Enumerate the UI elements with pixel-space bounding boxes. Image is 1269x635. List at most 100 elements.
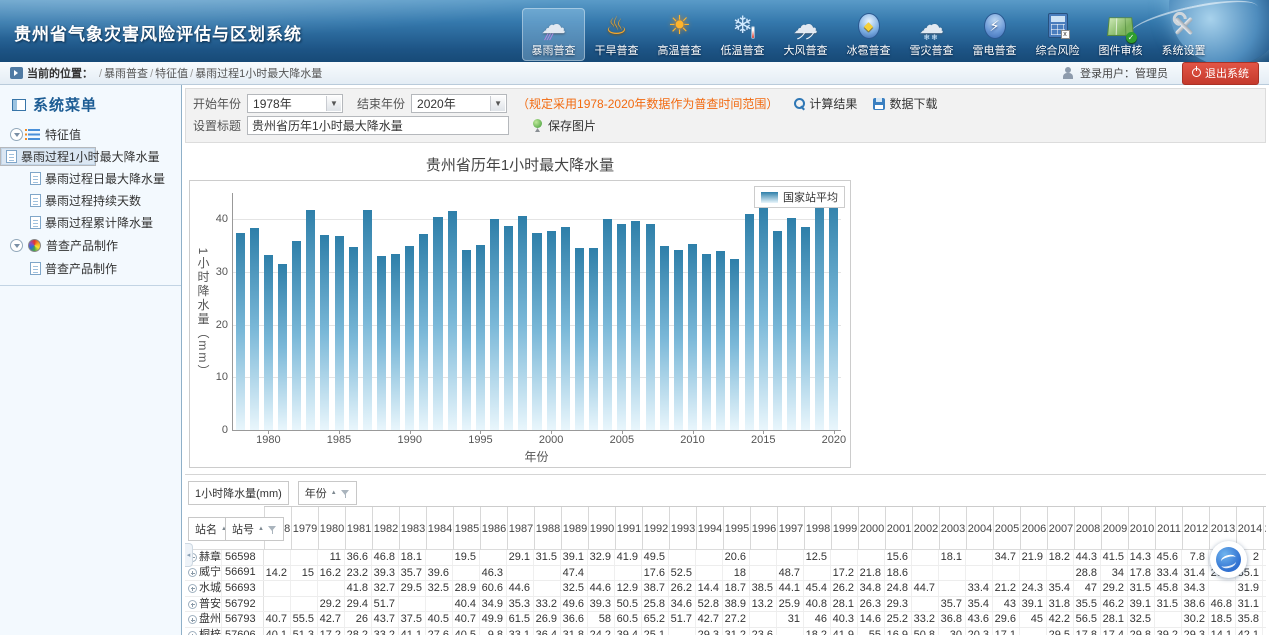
nav-item-暴雨普查[interactable]: ☁///暴雨普查 [522, 8, 585, 61]
year-column-header[interactable]: 1984 [426, 507, 453, 550]
year-column-header[interactable]: 1982 [372, 507, 399, 550]
year-column-header[interactable]: 2006 [1020, 507, 1047, 550]
year-column-header[interactable]: 1994 [696, 507, 723, 550]
nav-item-综合风险[interactable]: x综合风险 [1026, 8, 1089, 61]
nav-item-冰雹普查[interactable]: ◆冰雹普查 [837, 8, 900, 61]
end-year-select[interactable]: 2020年 ▼ [411, 94, 507, 113]
sidebar-item-暴雨过程日最大降水量[interactable]: 暴雨过程日最大降水量 [0, 168, 181, 189]
nav-item-系统设置[interactable]: 系统设置 [1152, 8, 1215, 61]
year-column-header[interactable]: 1991 [615, 507, 642, 550]
save-image-button[interactable]: 保存图片 [531, 117, 596, 134]
nav-item-低温普查[interactable]: ❄低温普查 [711, 8, 774, 61]
year-column-header[interactable]: 1987 [507, 507, 534, 550]
nav-item-大风普查[interactable]: ☁ノノ大风普查 [774, 8, 837, 61]
year-column-header[interactable]: 1980 [318, 507, 345, 550]
breadcrumb-link[interactable]: 暴雨普查 [104, 68, 148, 80]
value-cell-2008: 35.5 [1074, 597, 1101, 612]
year-column-header[interactable]: 2014 [1236, 507, 1263, 550]
value-cell-1980 [318, 581, 345, 596]
year-column-header[interactable]: 1985 [453, 507, 480, 550]
nav-item-高温普查[interactable]: ☀高温普查 [648, 8, 711, 61]
nav-item-雷电普查[interactable]: ⚡雷电普查 [963, 8, 1026, 61]
year-column-header[interactable]: 2011 [1155, 507, 1182, 550]
sidebar-group-特征值[interactable]: 特征值 [0, 123, 181, 146]
expand-row-icon[interactable] [188, 584, 197, 593]
sidebar-item-普查产品制作[interactable]: 普查产品制作 [0, 258, 181, 279]
year-column-header[interactable]: 1999 [831, 507, 858, 550]
value-cell-1983: 41.1 [399, 628, 426, 635]
sidebar-item-暴雨过程1小时最大降水量[interactable]: 暴雨过程1小时最大降水量 [0, 147, 96, 166]
calculate-button[interactable]: 计算结果 [794, 95, 857, 112]
year-column-header[interactable]: 1983 [399, 507, 426, 550]
nav-item-干旱普查[interactable]: ♨干旱普查 [585, 8, 648, 61]
year-column-header[interactable]: 1992 [642, 507, 669, 550]
value-cell-2014: 42.1 [1236, 628, 1263, 635]
value-cell-2004 [966, 550, 993, 565]
value-cell-1983 [399, 597, 426, 612]
year-column-header[interactable]: 1981 [345, 507, 372, 550]
value-cell-1992: 17.6 [642, 566, 669, 581]
sidebar-group-普查产品制作[interactable]: 普查产品制作 [0, 234, 181, 257]
year-column-header[interactable]: 1990 [588, 507, 615, 550]
year-column-header[interactable]: 2004 [966, 507, 993, 550]
value-cell-2015 [1263, 628, 1266, 635]
value-cell-2009: 46.2 [1101, 597, 1128, 612]
year-column-header[interactable]: 2015 [1263, 507, 1266, 550]
collapse-circle-icon[interactable] [10, 239, 23, 252]
logout-button[interactable]: 退出系统 [1182, 62, 1259, 85]
year-column-header[interactable]: 2001 [885, 507, 912, 550]
start-year-select[interactable]: 1978年 ▼ [247, 94, 343, 113]
nav-item-雪灾普查[interactable]: ☁❄❄雪灾普查 [900, 8, 963, 61]
year-column-header[interactable]: 2010 [1128, 507, 1155, 550]
year-column-header[interactable]: 2009 [1101, 507, 1128, 550]
expand-row-icon[interactable] [188, 631, 197, 635]
year-column-header[interactable]: 1988 [534, 507, 561, 550]
expand-row-icon[interactable] [188, 568, 197, 577]
breadcrumb-link[interactable]: 特征值 [155, 68, 188, 80]
year-column-header[interactable]: 1998 [804, 507, 831, 550]
range-note: （规定采用1978-2020年数据作为普查时间范围） [517, 95, 778, 112]
year-column-header[interactable]: 1995 [723, 507, 750, 550]
year-column-header[interactable]: 2002 [912, 507, 939, 550]
station-name: 桐梓 [199, 628, 221, 635]
year-column-header[interactable]: 1993 [669, 507, 696, 550]
value-cell-1982: 51.7 [372, 597, 399, 612]
value-cell-1999: 26.2 [831, 581, 858, 596]
value-cell-2008: 44.3 [1074, 550, 1101, 565]
nav-item-图件审核[interactable]: ✓图件审核 [1089, 8, 1152, 61]
year-column-header[interactable]: 2000 [858, 507, 885, 550]
sidebar-item-label: 暴雨过程持续天数 [45, 192, 141, 209]
year-column-header[interactable]: 1979 [291, 507, 318, 550]
year-column-header[interactable]: 2003 [939, 507, 966, 550]
value-cell-1992: 65.2 [642, 612, 669, 627]
value-cell-1985 [453, 566, 480, 581]
high-temp-icon: ☀ [648, 10, 711, 41]
collapse-circle-icon[interactable] [10, 128, 23, 141]
value-cell-1981: 23.2 [345, 566, 372, 581]
value-cell-2009: 28.1 [1101, 612, 1128, 627]
floating-helper-button[interactable] [1210, 541, 1247, 578]
chart-title-input[interactable] [247, 116, 509, 135]
year-column-header[interactable]: 1986 [480, 507, 507, 550]
year-column-header[interactable]: 2005 [993, 507, 1020, 550]
station-id-header[interactable]: 站号 ▲ [225, 517, 284, 541]
expand-row-icon[interactable] [188, 600, 197, 609]
year-column-header[interactable]: 2008 [1074, 507, 1101, 550]
value-cell-2001: 15.6 [885, 550, 912, 565]
year-column-header[interactable]: 1996 [750, 507, 777, 550]
year-column-header[interactable]: 1989 [561, 507, 588, 550]
x-axis-tick-label: 2015 [751, 434, 775, 446]
data-download-button[interactable]: 数据下载 [873, 95, 937, 112]
value-cell-1998 [804, 566, 831, 581]
value-cell-1980: 17.2 [318, 628, 345, 635]
breadcrumb-link[interactable]: 暴雨过程1小时最大降水量 [195, 68, 322, 80]
year-column-header[interactable]: 1997 [777, 507, 804, 550]
year-sort-chip[interactable]: 年份 ▲ [298, 481, 357, 505]
year-column-header[interactable]: 2012 [1182, 507, 1209, 550]
chart-legend[interactable]: 国家站平均 [754, 186, 845, 208]
year-column-header[interactable]: 2007 [1047, 507, 1074, 550]
sidebar-item-暴雨过程累计降水量[interactable]: 暴雨过程累计降水量 [0, 212, 181, 233]
sidebar-item-暴雨过程持续天数[interactable]: 暴雨过程持续天数 [0, 190, 181, 211]
expand-row-icon[interactable] [188, 615, 197, 624]
table-collapse-handle[interactable]: ◂ [185, 543, 193, 567]
